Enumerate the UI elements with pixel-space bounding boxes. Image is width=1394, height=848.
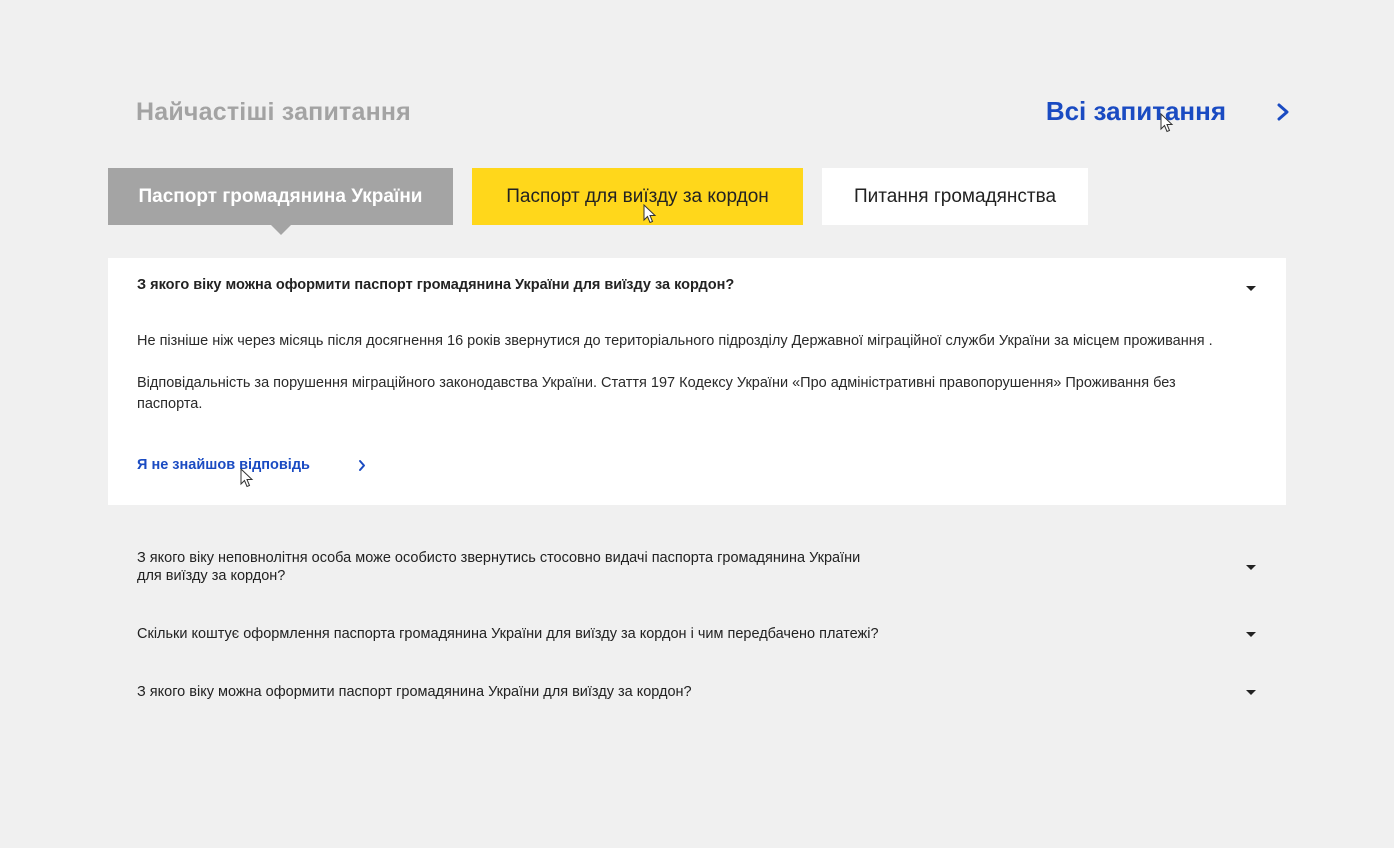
active-tab-pointer <box>271 225 291 235</box>
faq-item[interactable]: Скільки коштує оформлення паспорта грома… <box>108 625 1286 645</box>
caret-down-icon[interactable] <box>1246 690 1256 695</box>
caret-down-icon[interactable] <box>1246 565 1256 570</box>
faq-question[interactable]: З якого віку можна оформити паспорт гром… <box>137 683 692 701</box>
tab-citizenship[interactable]: Питання громадянства <box>822 168 1088 225</box>
chevron-right-icon[interactable] <box>358 459 366 472</box>
faq-header: Найчастіші запитання Всі запитання <box>136 96 1290 132</box>
all-questions-link[interactable]: Всі запитання <box>1046 96 1290 127</box>
faq-item[interactable]: З якого віку можна оформити паспорт гром… <box>108 683 1286 703</box>
faq-question[interactable]: Скільки коштує оформлення паспорта грома… <box>137 625 879 643</box>
tab-label: Питання громадянства <box>853 185 1057 207</box>
not-found-link[interactable]: Я не знайшов відповідь <box>137 457 366 473</box>
faq-question[interactable]: З якого віку неповнолітня особа може осо… <box>137 549 877 585</box>
answer-paragraph: Відповідальність за порушення міграційно… <box>137 375 1176 412</box>
answer-paragraph: Не пізніше ніж через місяць після досягн… <box>137 333 1213 349</box>
faq-item[interactable]: З якого віку неповнолітня особа може осо… <box>108 549 1286 589</box>
caret-down-icon[interactable] <box>1246 632 1256 637</box>
tab-label: Паспорт для виїзду за кордон <box>506 185 769 207</box>
chevron-right-icon[interactable] <box>1276 102 1290 122</box>
caret-up-icon[interactable] <box>1246 286 1256 291</box>
all-questions-label[interactable]: Всі запитання <box>1046 96 1226 127</box>
tab-label: Паспорт громадянина України <box>138 185 423 207</box>
faq-item-expanded: З якого віку можна оформити паспорт гром… <box>108 258 1286 505</box>
faq-answer: Не пізніше ніж через місяць після досягн… <box>137 331 1237 436</box>
tab-citizen-passport[interactable]: Паспорт громадянина України <box>108 168 453 235</box>
page-title: Найчастіші запитання <box>136 98 411 126</box>
tab-travel-passport[interactable]: Паспорт для виїзду за кордон <box>472 168 803 225</box>
faq-question[interactable]: З якого віку можна оформити паспорт гром… <box>137 276 1197 294</box>
not-found-label[interactable]: Я не знайшов відповідь <box>137 457 310 473</box>
